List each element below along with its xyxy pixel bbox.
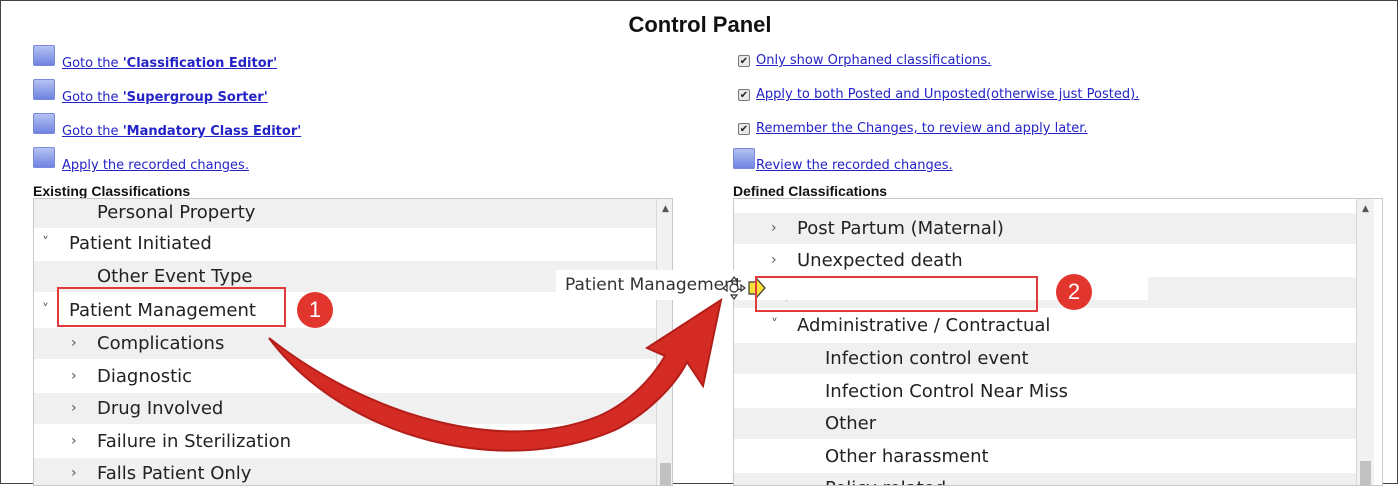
page-title: Control Panel xyxy=(628,12,772,37)
tree-item-policy-related[interactable]: Policy related xyxy=(734,473,1356,485)
tree-item-other-harassment[interactable]: Other harassment xyxy=(734,441,1356,472)
tree-item-label: Diagnostic xyxy=(97,366,193,387)
step-two-badge: 2 xyxy=(1056,274,1092,310)
posted-unposted-checkbox[interactable]: ✔ xyxy=(738,89,750,101)
apply-changes-icon[interactable] xyxy=(33,147,55,168)
chevron-down-icon[interactable]: ˅ xyxy=(771,310,778,341)
classification-editor-icon[interactable] xyxy=(33,45,55,66)
scroll-up-icon[interactable]: ▲ xyxy=(657,204,672,214)
goto-mandatory-class-editor-link[interactable]: Goto the 'Mandatory Class Editor' xyxy=(62,124,301,139)
apply-recorded-changes-link[interactable]: Apply the recorded changes. xyxy=(62,158,249,173)
remember-changes-checkbox[interactable]: ✔ xyxy=(738,123,750,135)
mandatory-class-editor-icon[interactable] xyxy=(33,113,55,134)
scroll-up-icon[interactable]: ▲ xyxy=(1357,204,1374,214)
link-prefix: Goto the xyxy=(62,90,123,105)
tree-item-label: Infection Control Near Miss xyxy=(825,381,1068,402)
goto-supergroup-sorter-link[interactable]: Goto the 'Supergroup Sorter' xyxy=(62,90,268,105)
tree-item-personal-property[interactable]: Personal Property xyxy=(34,199,656,228)
tree-item-other[interactable]: Other xyxy=(734,408,1356,439)
link-prefix: Goto the xyxy=(62,56,123,71)
tree-item-label: Post Partum (Maternal) xyxy=(797,218,1004,239)
link-target: 'Classification Editor' xyxy=(122,56,278,71)
review-recorded-changes-link[interactable]: Review the recorded changes. xyxy=(756,158,953,173)
defined-tree-scrollbar[interactable]: ▲ xyxy=(1356,199,1374,485)
only-show-orphaned-option[interactable]: Only show Orphaned classifications. xyxy=(756,53,991,68)
review-changes-icon[interactable] xyxy=(733,148,755,169)
link-prefix: Apply the recorded changes. xyxy=(62,158,249,173)
tree-item-label: Policy related xyxy=(821,473,950,485)
tree-item-administrative-contractual[interactable]: ˅ Administrative / Contractual xyxy=(734,310,1356,341)
tree-item-label: Falls Patient Only xyxy=(97,463,252,484)
tree-item-label: Other xyxy=(825,413,877,434)
defined-classifications-heading: Defined Classifications xyxy=(733,183,888,199)
apply-posted-unposted-option[interactable]: Apply to both Posted and Unposted(otherw… xyxy=(756,87,1139,102)
link-target: 'Mandatory Class Editor' xyxy=(122,124,302,139)
drag-direction-arrow xyxy=(268,297,723,452)
link-target: 'Supergroup Sorter' xyxy=(122,90,268,105)
tree-item-post-partum[interactable]: › Post Partum (Maternal) xyxy=(734,213,1356,244)
supergroup-sorter-icon[interactable] xyxy=(33,79,55,100)
link-prefix: Goto the xyxy=(62,124,123,139)
defined-classifications-tree[interactable]: › Post Partum (Maternal) › Unexpected de… xyxy=(733,198,1383,486)
target-highlight-box xyxy=(755,276,1038,312)
chevron-right-icon[interactable]: › xyxy=(71,458,77,485)
chevron-right-icon[interactable]: › xyxy=(71,361,77,392)
goto-classification-editor-link[interactable]: Goto the 'Classification Editor' xyxy=(62,56,277,71)
existing-classifications-heading: Existing Classifications xyxy=(33,183,191,199)
tree-item-label: Administrative / Contractual xyxy=(797,315,1051,336)
tree-item-label: Patient Initiated xyxy=(69,233,212,254)
chevron-right-icon[interactable]: › xyxy=(71,328,77,359)
chevron-down-icon[interactable]: ˅ xyxy=(42,228,49,259)
tree-item-label: Drug Involved xyxy=(97,398,224,419)
orphaned-checkbox[interactable]: ✔ xyxy=(738,55,750,67)
tree-item-label: Complications xyxy=(97,333,225,354)
chevron-right-icon[interactable]: › xyxy=(71,393,77,424)
tree-item-label: Infection control event xyxy=(825,348,1029,369)
chevron-right-icon[interactable]: › xyxy=(71,426,77,457)
chevron-down-icon[interactable]: ˅ xyxy=(42,295,49,326)
tree-item-infection-control-near-miss[interactable]: Infection Control Near Miss xyxy=(734,376,1356,407)
remember-changes-option[interactable]: Remember the Changes, to review and appl… xyxy=(756,121,1088,136)
tree-item-patient-initiated[interactable]: ˅ Patient Initiated xyxy=(34,228,656,259)
tree-item-label: Personal Property xyxy=(97,202,256,223)
tree-item-label: Other harassment xyxy=(825,446,989,467)
scrollbar-thumb[interactable] xyxy=(1360,461,1371,485)
chevron-right-icon[interactable]: › xyxy=(771,213,777,244)
source-highlight-box xyxy=(57,287,286,327)
tree-item-infection-control-event[interactable]: Infection control event xyxy=(734,343,1356,374)
